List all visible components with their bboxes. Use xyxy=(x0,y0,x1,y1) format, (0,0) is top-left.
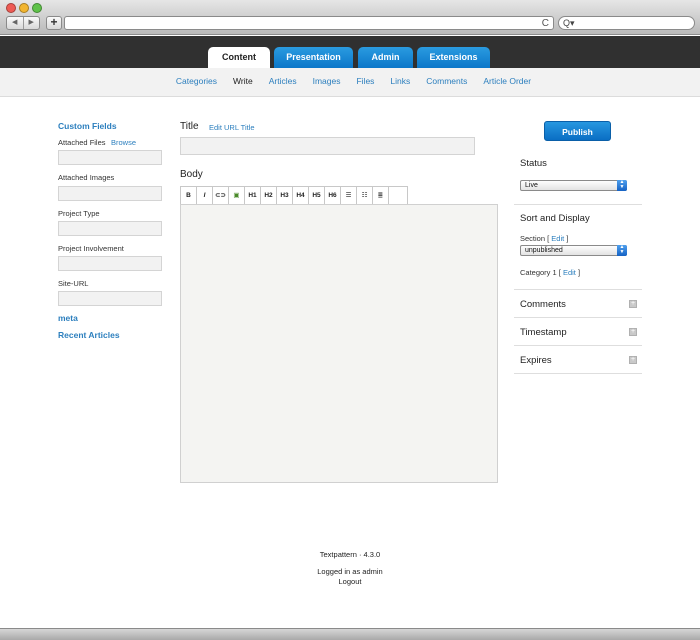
category-label: Category 1 [ Edit ] xyxy=(520,268,581,277)
sort-display-heading: Sort and Display xyxy=(520,213,590,224)
status-heading: Status xyxy=(520,158,547,169)
attached-files-field[interactable] xyxy=(58,150,162,165)
title-input[interactable] xyxy=(180,137,475,155)
project-type-label: Project Type xyxy=(58,209,100,218)
divider xyxy=(514,289,642,290)
browse-link[interactable]: Browse xyxy=(111,138,136,147)
address-bar[interactable]: C xyxy=(64,16,554,30)
image-icon[interactable]: ▣ xyxy=(229,187,245,204)
subnav-files[interactable]: Files xyxy=(356,68,374,96)
attached-images-label: Attached Images xyxy=(58,173,115,182)
select-arrow-icon: ▲ ▼ xyxy=(617,245,627,256)
browser-search-field[interactable]: Q▾ xyxy=(558,16,695,30)
editor-toolbar: B I ⊂⊃ ▣ H1 H2 H3 H4 H5 H6 ☰ ☷ ≣ xyxy=(180,186,408,204)
browser-status-bar xyxy=(0,628,700,640)
tab-admin[interactable]: Admin xyxy=(358,47,413,69)
blockquote-icon[interactable]: ≣ xyxy=(373,187,389,204)
close-window-button[interactable] xyxy=(6,3,16,13)
subnav-articles[interactable]: Articles xyxy=(269,68,297,96)
divider xyxy=(514,345,642,346)
section-label: Section [ Edit ] xyxy=(520,234,569,243)
section-select[interactable]: unpublished ▲ ▼ xyxy=(520,245,627,256)
expires-section-toggle[interactable]: Expires xyxy=(520,355,552,366)
body-label: Body xyxy=(180,169,203,180)
custom-fields-heading[interactable]: Custom Fields xyxy=(58,121,117,131)
project-type-field[interactable] xyxy=(58,221,162,236)
section-value: unpublished xyxy=(525,247,563,254)
expand-icon[interactable]: + xyxy=(629,300,637,308)
sub-navigation: Categories Write Articles Images Files L… xyxy=(0,68,700,97)
subnav-categories[interactable]: Categories xyxy=(176,68,217,96)
minimize-window-button[interactable] xyxy=(19,3,29,13)
divider xyxy=(514,373,642,374)
section-edit-link[interactable]: Edit xyxy=(551,234,564,243)
recent-articles-link[interactable]: Recent Articles xyxy=(58,330,120,340)
divider xyxy=(514,204,642,205)
comments-section-toggle[interactable]: Comments xyxy=(520,299,566,310)
title-label: Title xyxy=(180,121,199,132)
link-icon[interactable]: ⊂⊃ xyxy=(213,187,229,204)
meta-link[interactable]: meta xyxy=(58,313,78,323)
edit-url-title-link[interactable]: Edit URL Title xyxy=(209,123,255,132)
numbered-list-icon[interactable]: ☷ xyxy=(357,187,373,204)
h1-button[interactable]: H1 xyxy=(245,187,261,204)
attached-files-label: Attached Files xyxy=(58,138,106,147)
zoom-window-button[interactable] xyxy=(32,3,42,13)
logout-link[interactable]: Logout xyxy=(0,577,700,586)
status-select[interactable]: Live ▲ ▼ xyxy=(520,180,627,191)
subnav-comments[interactable]: Comments xyxy=(426,68,467,96)
italic-button[interactable]: I xyxy=(197,187,213,204)
bold-button[interactable]: B xyxy=(181,187,197,204)
timestamp-section-toggle[interactable]: Timestamp xyxy=(520,327,567,338)
tab-content[interactable]: Content xyxy=(208,47,270,69)
h4-button[interactable]: H4 xyxy=(293,187,309,204)
version-text: Textpattern · 4.3.0 xyxy=(319,550,381,559)
body-textarea[interactable] xyxy=(180,204,498,483)
category-edit-link[interactable]: Edit xyxy=(563,268,576,277)
publish-button[interactable]: Publish xyxy=(544,121,611,141)
tab-extensions[interactable]: Extensions xyxy=(417,47,490,69)
site-url-field[interactable] xyxy=(58,291,162,306)
bullet-list-icon[interactable]: ☰ xyxy=(341,187,357,204)
divider xyxy=(514,317,642,318)
add-bookmark-button[interactable]: + xyxy=(46,16,62,30)
logged-in-text: Logged in as admin xyxy=(317,567,383,576)
project-involvement-field[interactable] xyxy=(58,256,162,271)
subnav-article-order[interactable]: Article Order xyxy=(483,68,531,96)
site-url-label: Site-URL xyxy=(58,279,89,288)
browser-toolbar: ◀ ▶ + C Q▾ xyxy=(0,0,700,35)
attached-images-field[interactable] xyxy=(58,186,162,201)
subnav-links[interactable]: Links xyxy=(390,68,410,96)
back-icon[interactable]: ◀ xyxy=(7,17,24,29)
h3-button[interactable]: H3 xyxy=(277,187,293,204)
status-value: Live xyxy=(525,182,538,189)
tab-presentation[interactable]: Presentation xyxy=(274,47,353,69)
project-involvement-label: Project Involvement xyxy=(58,244,124,253)
forward-icon[interactable]: ▶ xyxy=(24,17,40,29)
h6-button[interactable]: H6 xyxy=(325,187,341,204)
subnav-write[interactable]: Write xyxy=(233,68,253,96)
expand-icon[interactable]: + xyxy=(629,328,637,336)
h2-button[interactable]: H2 xyxy=(261,187,277,204)
expand-icon[interactable]: + xyxy=(629,356,637,364)
subnav-images[interactable]: Images xyxy=(313,68,341,96)
h5-button[interactable]: H5 xyxy=(309,187,325,204)
back-forward-buttons: ◀ ▶ xyxy=(6,16,40,30)
reload-icon[interactable]: C xyxy=(542,17,549,30)
select-arrow-icon: ▲ ▼ xyxy=(617,180,627,191)
